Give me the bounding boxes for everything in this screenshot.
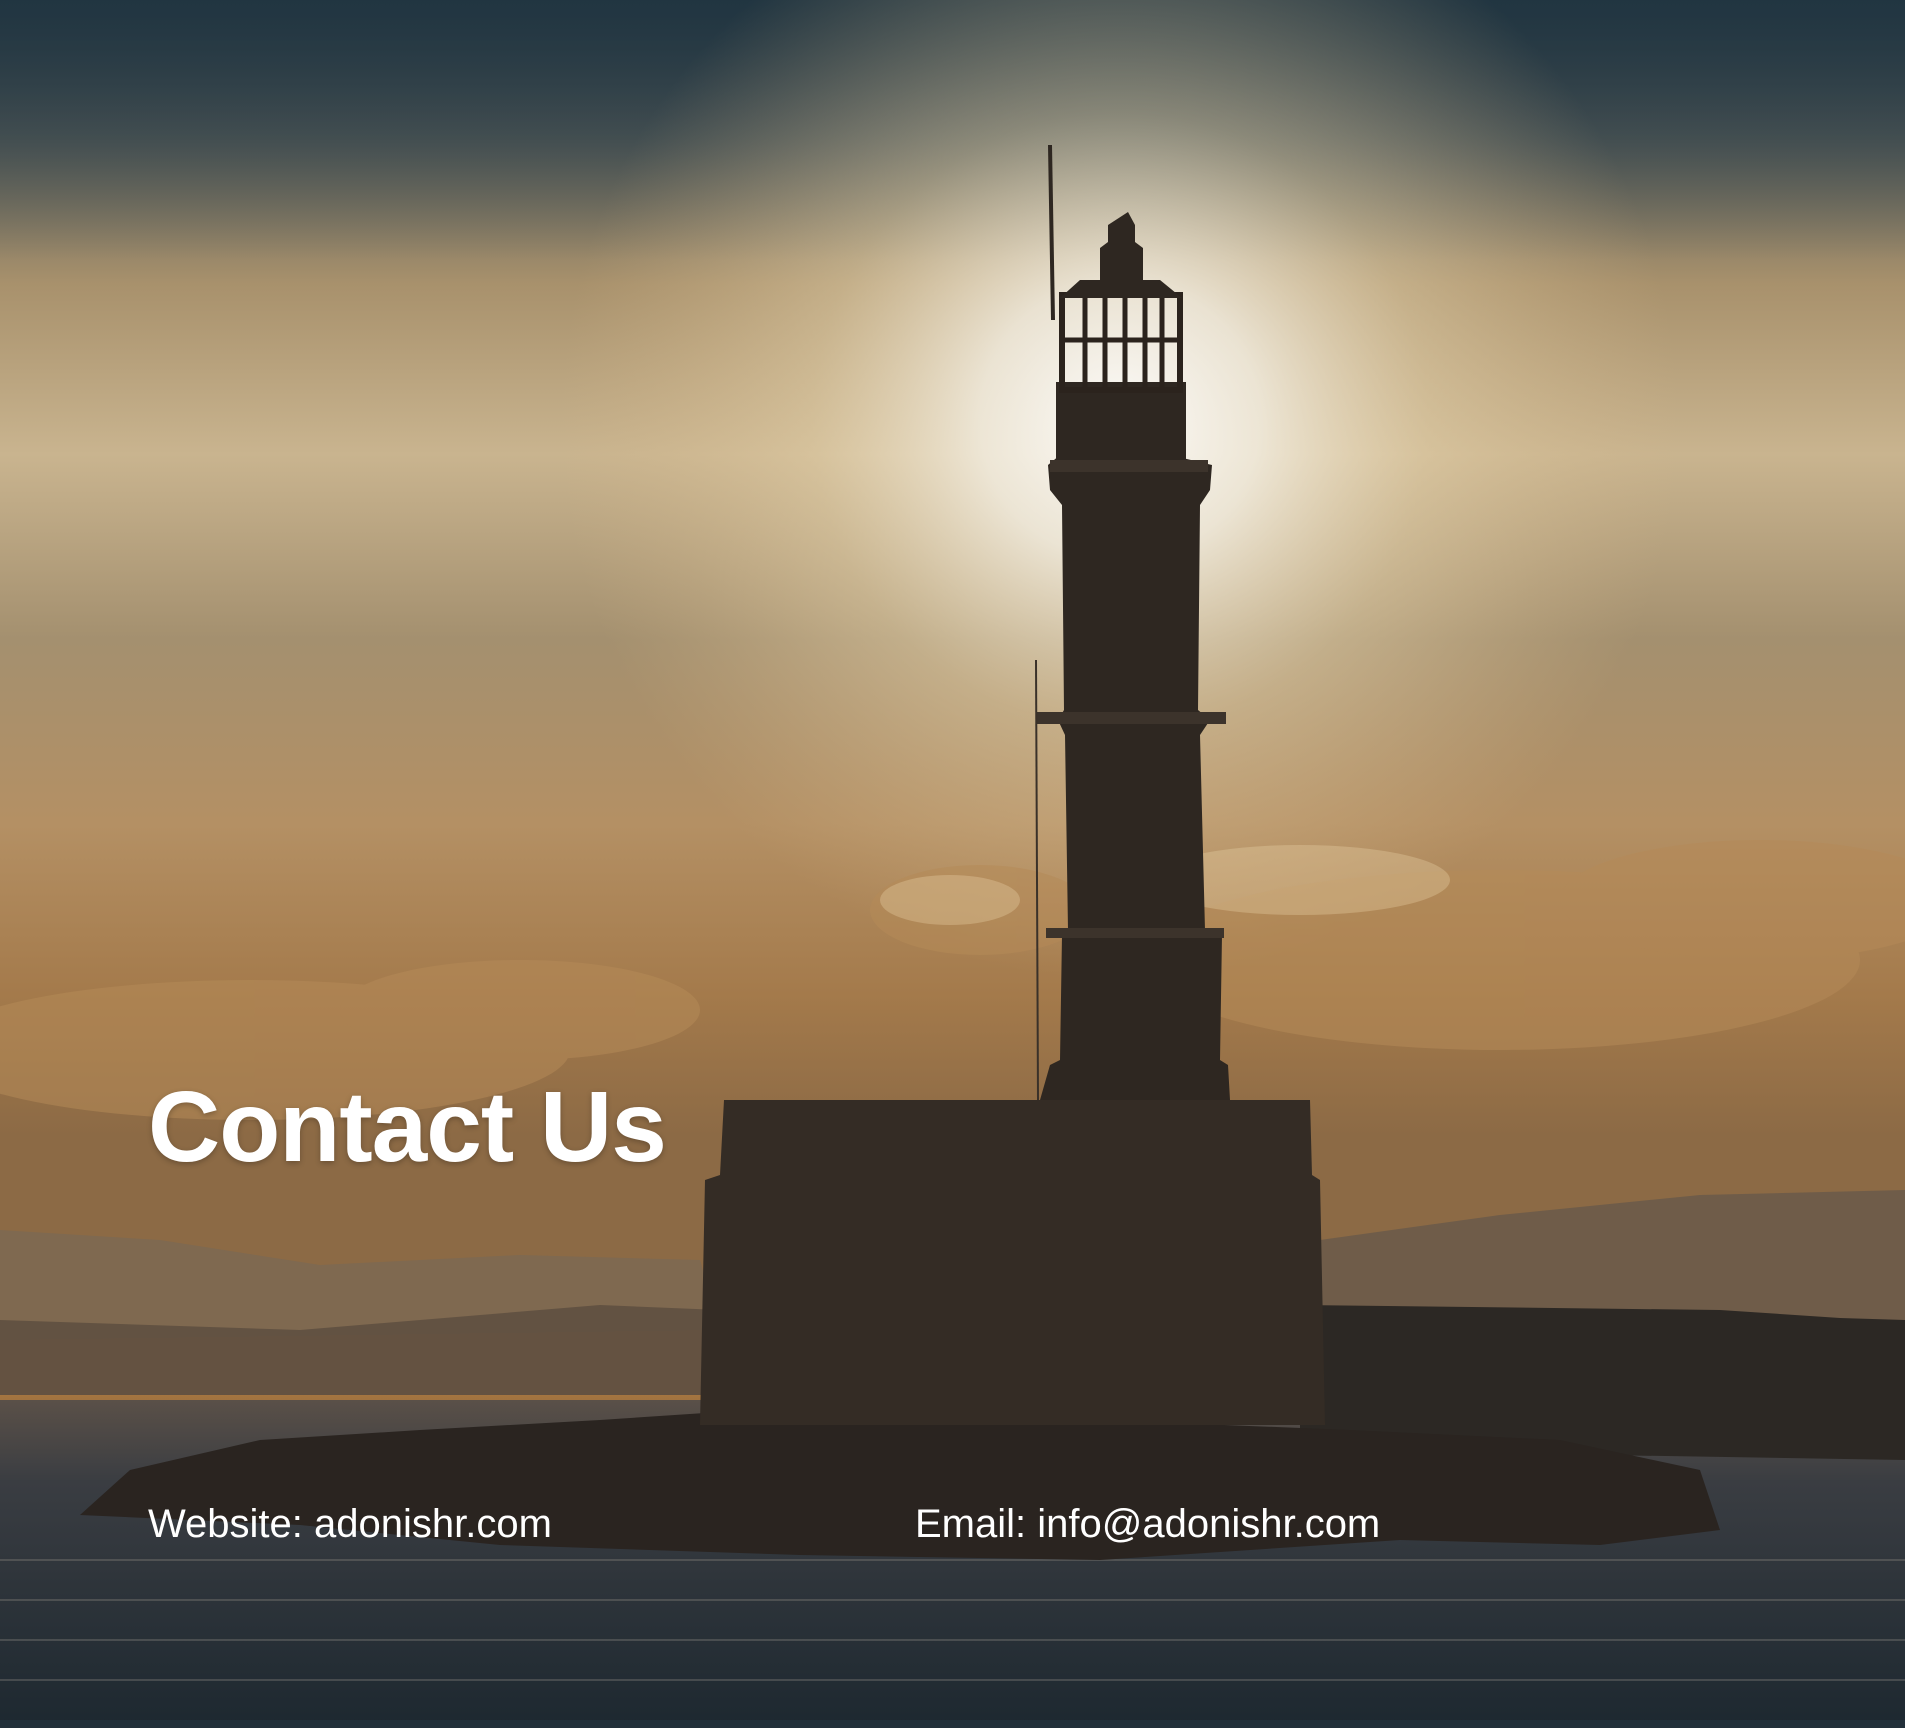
slide-title: Contact Us (148, 1071, 667, 1183)
contact-slide: Contact Us Website: adonishr.com Email: … (0, 0, 1905, 1728)
lighthouse-background-image (0, 0, 1905, 1728)
email-text: Email: info@adonishr.com (915, 1502, 1381, 1546)
website-text: Website: adonishr.com (148, 1502, 552, 1546)
